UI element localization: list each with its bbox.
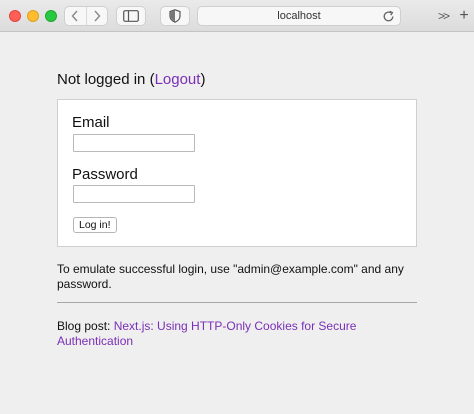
zoom-window-button[interactable] [45, 10, 57, 22]
divider [57, 302, 417, 303]
history-nav-group [64, 6, 108, 26]
double-chevron-right-icon[interactable]: >> [436, 8, 450, 24]
blog-prefix: Blog post: [57, 319, 114, 333]
blog-post-line: Blog post: Next.js: Using HTTP-Only Cook… [57, 319, 419, 349]
email-field[interactable] [73, 134, 195, 152]
reload-icon [383, 10, 393, 21]
status-suffix: ) [200, 71, 206, 88]
login-hint: To emulate successful login, use "admin@… [57, 262, 404, 291]
login-status: Not logged in (Logout) [57, 71, 205, 88]
plus-icon[interactable]: + [456, 7, 472, 25]
minimize-window-button[interactable] [27, 10, 39, 22]
login-form: Email Password Log in! [57, 99, 417, 247]
login-button[interactable]: Log in! [73, 217, 117, 233]
browser-toolbar: localhost >> + [0, 0, 474, 32]
url-text: localhost [277, 10, 321, 22]
address-bar[interactable]: localhost [197, 6, 401, 26]
close-window-button[interactable] [9, 10, 21, 22]
password-field[interactable] [73, 185, 195, 203]
back-button[interactable] [65, 7, 86, 25]
privacy-report-button[interactable] [160, 6, 190, 26]
shield-icon [169, 9, 181, 23]
chevron-right-icon [94, 10, 101, 22]
reload-button[interactable] [381, 9, 395, 23]
password-label: Password [72, 166, 138, 183]
sidebar-icon [123, 10, 139, 22]
chevron-left-icon [71, 10, 78, 22]
email-label: Email [72, 114, 110, 131]
forward-button[interactable] [85, 7, 108, 25]
logout-link[interactable]: Logout [155, 71, 201, 88]
sidebar-toggle-button[interactable] [116, 6, 146, 26]
status-prefix: Not logged in ( [57, 71, 155, 88]
